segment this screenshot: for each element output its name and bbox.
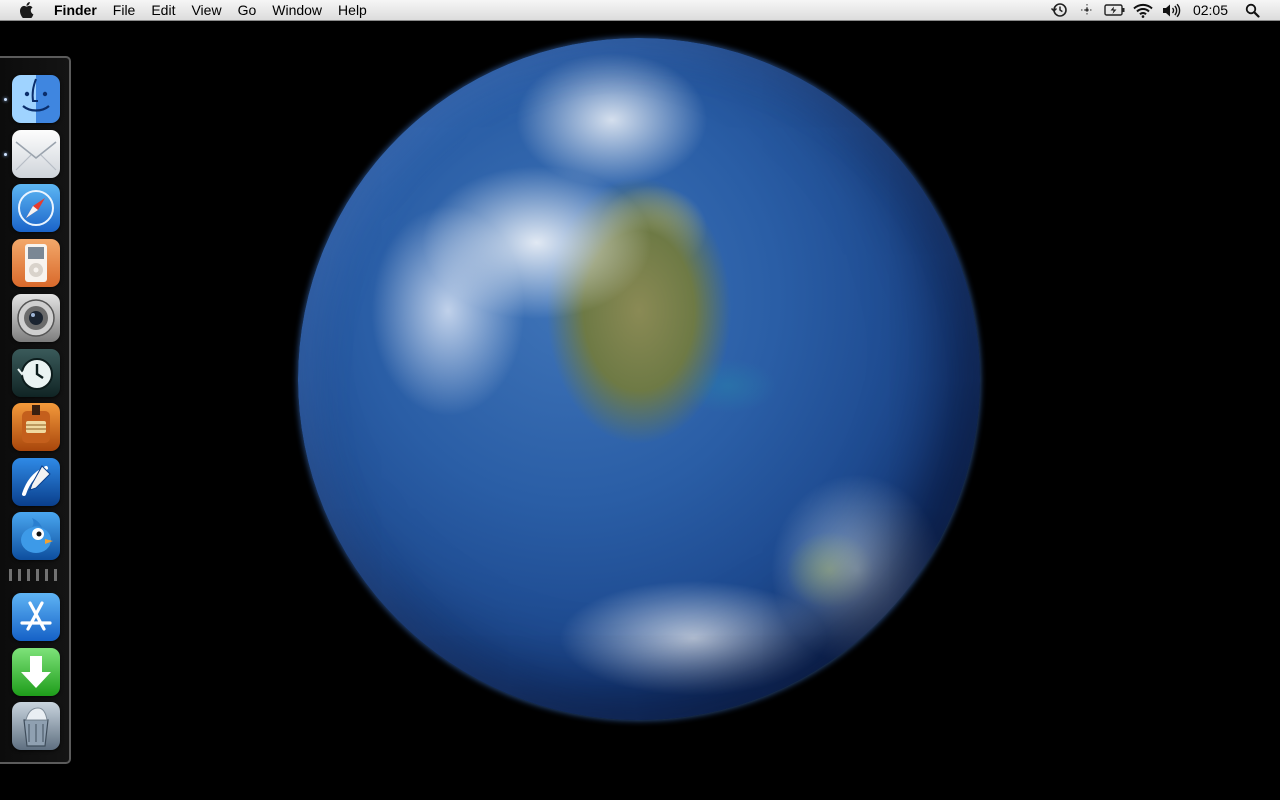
battery-charging-icon: [1104, 4, 1125, 16]
dock-item-downloads[interactable]: [12, 648, 60, 696]
app-store-icon: [20, 601, 52, 631]
time-machine-icon: [1050, 3, 1067, 17]
apple-logo-icon: [19, 2, 33, 18]
menu-file[interactable]: File: [105, 0, 144, 21]
dock-item-twitter[interactable]: [12, 512, 60, 560]
finder-icon: [22, 78, 50, 112]
dock-item-finder[interactable]: [12, 75, 60, 123]
menu-go[interactable]: Go: [230, 0, 265, 21]
desktop-screen: Finder File Edit View Go Window Help 02:…: [0, 0, 1280, 800]
dock: [0, 56, 71, 764]
status-menus: 02:05: [1045, 0, 1280, 21]
dock-item-trash[interactable]: [12, 702, 60, 750]
menu-clock[interactable]: 02:05: [1185, 0, 1238, 21]
volume-menu[interactable]: [1157, 0, 1185, 21]
pen-icon: [22, 465, 51, 496]
safari-compass-icon: [18, 190, 54, 226]
network-activity-icon: [1080, 4, 1093, 16]
menu-window[interactable]: Window: [264, 0, 330, 21]
dock-item-time-machine[interactable]: [12, 349, 60, 397]
menu-help[interactable]: Help: [330, 0, 375, 21]
download-arrow-icon: [21, 656, 51, 688]
menu-edit[interactable]: Edit: [143, 0, 183, 21]
dock-item-mail[interactable]: [12, 130, 60, 178]
camera-lens-icon: [17, 299, 55, 337]
dock-item-ipod[interactable]: [12, 239, 60, 287]
wifi-menu[interactable]: [1129, 0, 1157, 21]
time-machine-clock-icon: [17, 358, 53, 390]
menu-app-name[interactable]: Finder: [46, 0, 105, 21]
menu-view[interactable]: View: [183, 0, 229, 21]
guitar-icon: [22, 405, 50, 443]
menu-bar: Finder File Edit View Go Window Help 02:…: [0, 0, 1280, 21]
trash-icon: [23, 707, 49, 747]
dock-separator: [9, 569, 63, 581]
dock-item-app-store[interactable]: [12, 593, 60, 641]
bird-icon: [21, 518, 53, 553]
time-machine-menu[interactable]: [1045, 0, 1073, 21]
volume-icon: [1162, 3, 1181, 17]
spotlight-search-icon: [1245, 3, 1260, 18]
dock-item-pen-app[interactable]: [12, 458, 60, 506]
dock-item-camera[interactable]: [12, 294, 60, 342]
mail-envelope-icon: [15, 141, 57, 171]
dock-item-safari[interactable]: [12, 184, 60, 232]
spotlight-menu[interactable]: [1238, 0, 1266, 21]
mail-running-indicator: [4, 153, 7, 156]
ipod-icon: [25, 244, 47, 282]
network-activity-menu[interactable]: [1073, 0, 1101, 21]
earth-wallpaper: [298, 38, 980, 720]
wifi-icon: [1133, 3, 1153, 18]
finder-running-indicator: [4, 98, 7, 101]
apple-menu[interactable]: [14, 0, 40, 21]
battery-menu[interactable]: [1101, 0, 1129, 21]
dock-item-garageband[interactable]: [12, 403, 60, 451]
